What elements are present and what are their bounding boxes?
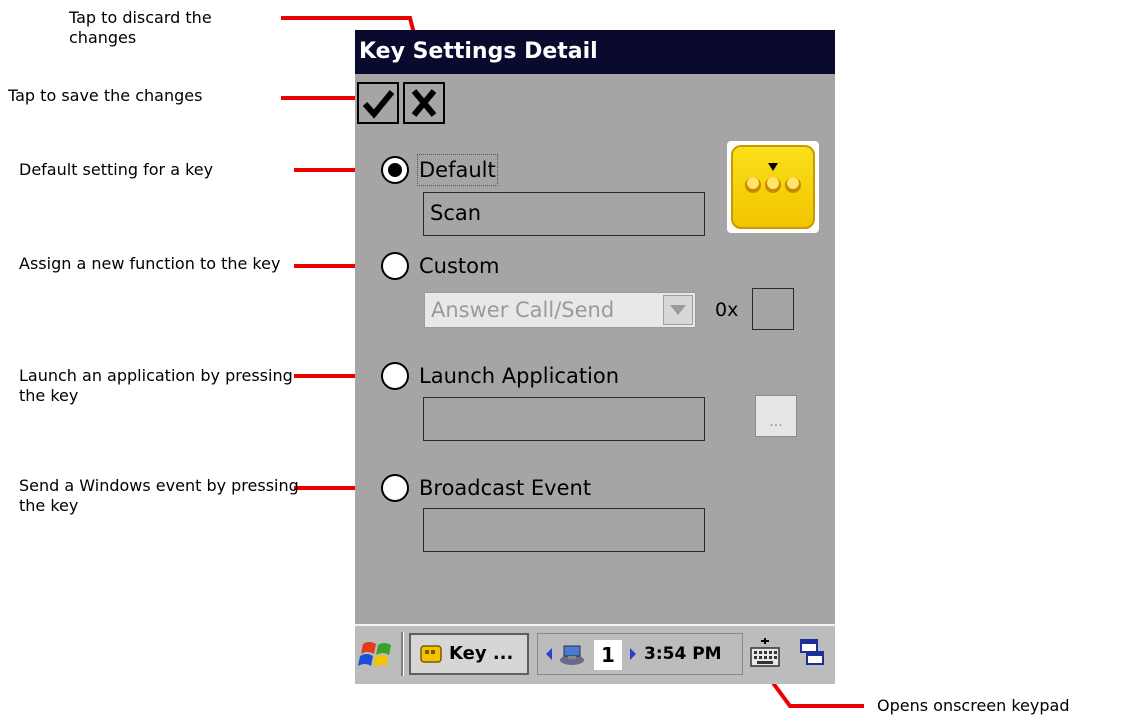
system-tray: 1 3:54 PM [537,633,743,675]
app-icon [420,645,442,663]
task-button-label: Key ... [449,643,514,664]
custom-radio[interactable] [381,252,409,280]
annotation-default: Default setting for a key [19,160,214,179]
default-label[interactable]: Default [417,154,498,186]
windows-start-icon[interactable] [357,634,397,674]
taskbar-divider [401,632,404,676]
ok-button[interactable] [357,82,399,124]
window-title: Key Settings Detail [355,30,835,74]
x-icon [411,89,437,117]
taskbar: Key ... 1 3:54 PM [355,624,835,684]
annotation-launch: Launch an application by pressing the ke… [19,366,293,405]
network-icon[interactable] [558,642,586,668]
device-screen: Key Settings Detail Default Scan Custom … [355,30,835,684]
dots-arrow-icon [745,163,801,193]
broadcast-event-label[interactable]: Broadcast Event [419,474,591,502]
custom-function-select[interactable]: Answer Call/Send [424,292,696,328]
launch-application-radio[interactable] [381,362,409,390]
chevron-down-icon[interactable] [663,295,693,325]
annotation-save: Tap to save the changes [8,86,203,105]
custom-function-value: Answer Call/Send [431,298,615,322]
application-path-field[interactable] [423,397,705,441]
annotation-keypad: Opens onscreen keypad [877,696,1070,715]
annotation-custom: Assign a new function to the key [19,254,281,273]
default-radio[interactable] [381,156,409,184]
key-icon [727,141,819,233]
browse-button[interactable]: ... [755,395,797,437]
key-task-button[interactable]: Key ... [409,633,529,675]
checkmark-icon [362,90,395,119]
page-indicator[interactable]: 1 [594,640,622,670]
launch-application-label[interactable]: Launch Application [419,362,619,390]
annotation-broadcast: Send a Windows event by pressing the key [19,476,299,515]
window-switcher-icon[interactable] [795,636,829,670]
annotation-discard: Tap to discard the changes [69,8,212,47]
clock[interactable]: 3:54 PM [644,634,722,674]
broadcast-event-radio[interactable] [381,474,409,502]
broadcast-event-field[interactable] [423,508,705,552]
arrow-left-icon[interactable] [544,647,554,661]
keyboard-icon[interactable] [747,634,783,674]
hex-code-input[interactable] [752,288,794,330]
cancel-button[interactable] [403,82,445,124]
arrow-right-icon[interactable] [628,647,638,661]
hex-prefix-label: 0x [715,299,739,321]
default-value-field: Scan [423,192,705,236]
custom-label[interactable]: Custom [419,252,499,280]
